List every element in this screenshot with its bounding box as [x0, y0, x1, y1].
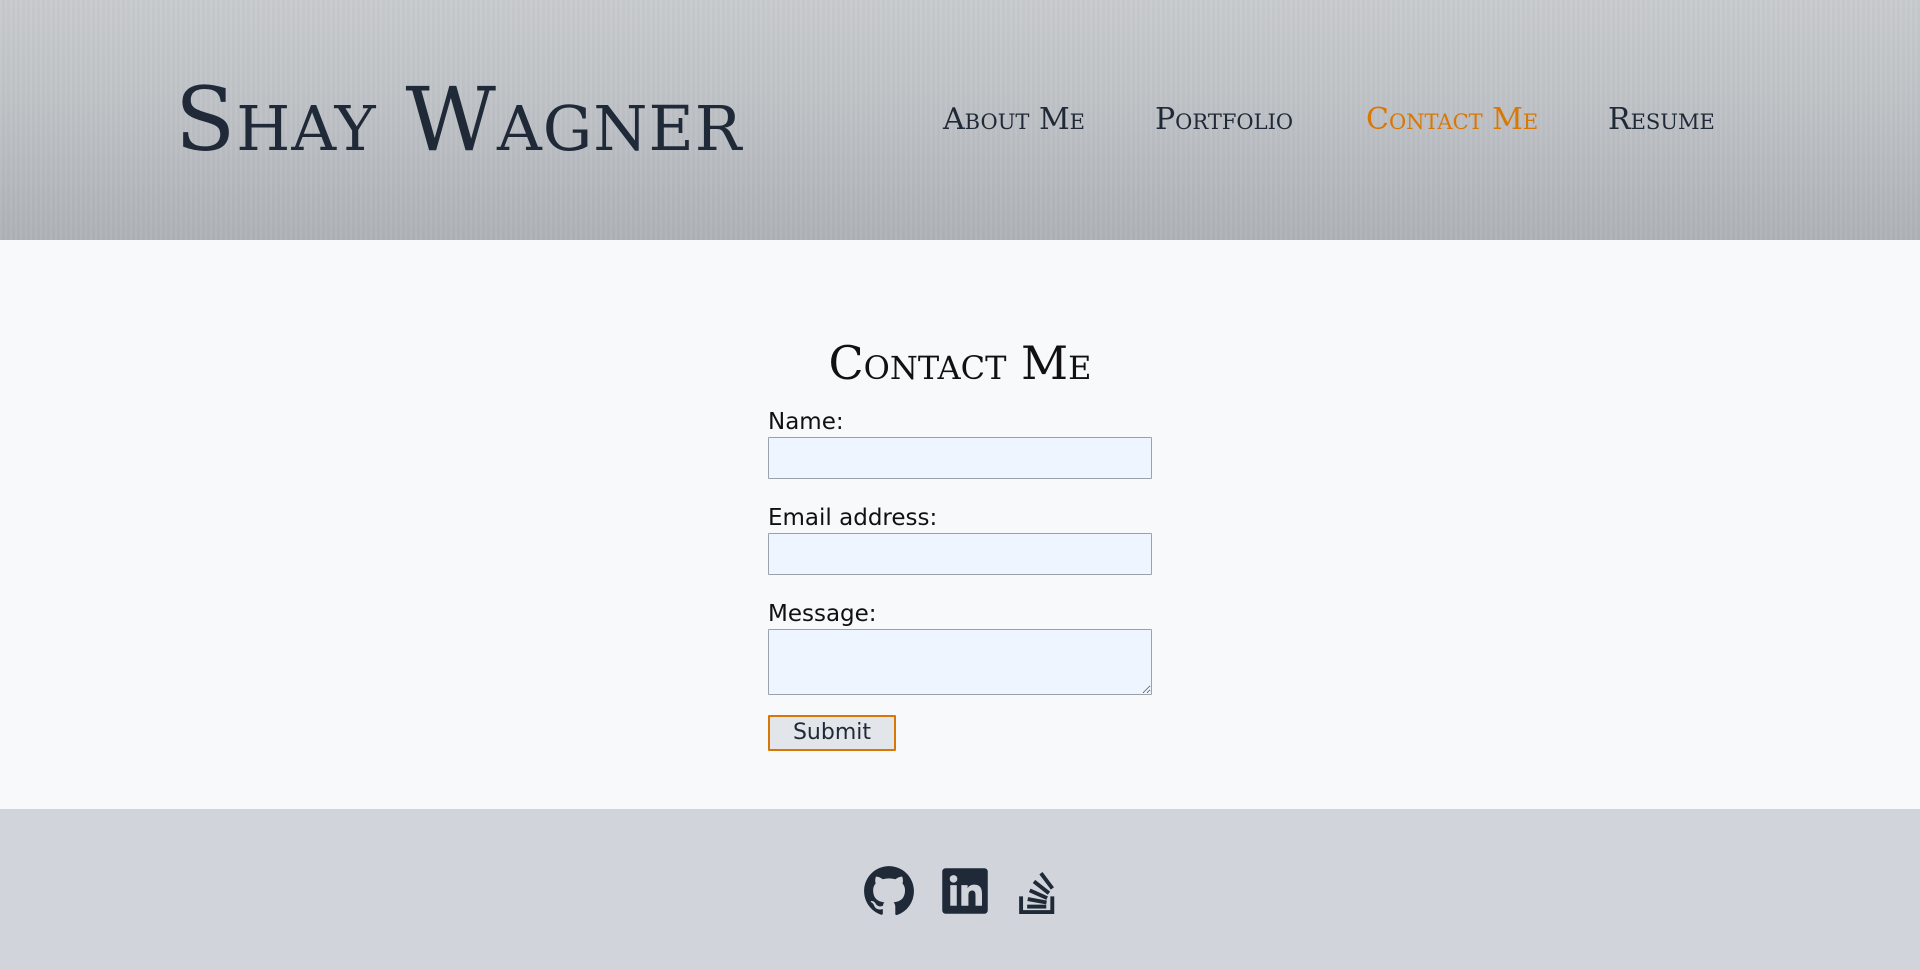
main-nav: About Me Portfolio Contact Me Resume — [0, 100, 1920, 140]
submit-button[interactable]: Submit — [768, 715, 896, 751]
name-input[interactable] — [768, 437, 1152, 479]
message-label: Message: — [768, 601, 877, 627]
name-label: Name: — [768, 409, 844, 435]
nav-link-about-me[interactable]: About Me — [943, 100, 1085, 140]
github-link[interactable] — [863, 865, 915, 917]
contact-form: Name: Email address: Message: Submit — [768, 408, 1168, 751]
nav-link-portfolio[interactable]: Portfolio — [1155, 100, 1293, 140]
github-icon — [864, 866, 914, 916]
stack-overflow-icon — [1019, 872, 1055, 914]
linkedin-link[interactable] — [939, 865, 991, 917]
stack-overflow-link[interactable] — [1012, 865, 1064, 917]
contact-heading: Contact Me — [828, 336, 1092, 390]
nav-link-resume[interactable]: Resume — [1608, 100, 1715, 140]
email-input[interactable] — [768, 533, 1152, 575]
nav-link-contact-me[interactable]: Contact Me — [1366, 100, 1538, 140]
email-label: Email address: — [768, 505, 938, 531]
main-content: Contact Me Name: Email address: Message:… — [0, 240, 1920, 809]
site-footer — [0, 809, 1920, 969]
linkedin-icon — [942, 868, 988, 914]
social-links — [0, 865, 1920, 917]
message-textarea[interactable] — [768, 629, 1152, 695]
site-header: Shay Wagner About Me Portfolio Contact M… — [0, 0, 1920, 240]
